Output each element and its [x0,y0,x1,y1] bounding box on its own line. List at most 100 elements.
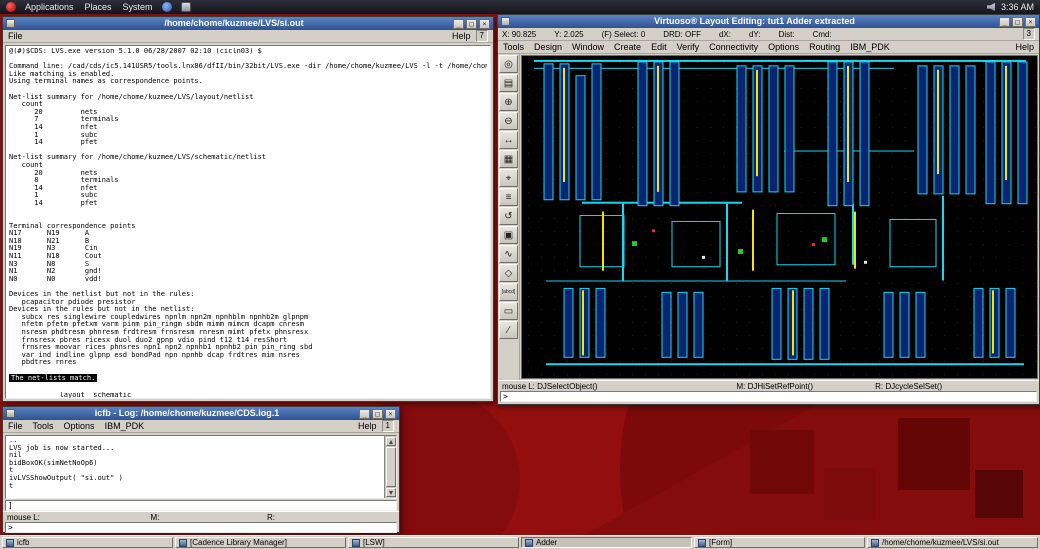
scroll-down-icon[interactable] [385,488,396,497]
zoom-out-button[interactable]: ⊖ [499,112,518,130]
close-button[interactable]: × [479,18,490,29]
fit-view-button[interactable]: ◎ [499,55,518,73]
log-input-line[interactable]: ] [5,500,397,511]
ruler-button[interactable]: ∕ [499,321,518,339]
copy-icon: ▦ [503,153,514,165]
task-item-4[interactable]: [Form] [694,537,865,548]
virtuoso-menubar: Tools Design Window Create Edit Verify Connect… [498,41,1039,54]
menu-options[interactable]: Options [64,421,95,431]
polygon-button[interactable]: ◇ [499,264,518,282]
copy-button[interactable]: ▦ [499,150,518,168]
menu-options[interactable]: Options [768,42,799,52]
rectangle-button[interactable]: ▭ [499,302,518,320]
menu-help[interactable]: Help [1015,42,1034,52]
move-button[interactable]: ⌖ [499,169,518,187]
close-button[interactable]: × [385,408,396,419]
panel-menus: Applications Places System [25,2,153,12]
menu-tools[interactable]: Tools [503,42,524,52]
log-output[interactable]: .. LVS job is now started... nil bidBoxO… [5,435,397,499]
virtuoso-prompt[interactable]: > [500,391,1037,402]
icfb-log-window: icfb - Log: /home/chome/kuzmee/CDS.log.1… [2,406,400,533]
close-button[interactable]: × [1025,16,1036,27]
menu-verify[interactable]: Verify [677,42,700,52]
window-icon [525,538,533,547]
menu-ibm_pdk[interactable]: IBM_PDK [105,421,145,431]
window-menu-icon[interactable] [6,409,15,418]
undo-button[interactable]: ↺ [499,207,518,225]
window-menu-icon[interactable] [6,19,15,28]
siout-text: @(#)$CDS: LVS.exe version 5.1.0 06/28/20… [9,48,487,367]
clock[interactable]: 3:36 AM [1001,2,1034,12]
menu-create[interactable]: Create [614,42,641,52]
status-field-7: Cmd: [812,29,832,39]
siout-window-title: /home/chome/kuzmee/LVS/si.out [164,18,304,28]
rectangle-icon: ▭ [503,305,514,317]
minimize-button[interactable]: _ [453,18,464,29]
redhat-menu-icon[interactable] [6,2,16,12]
menu-help[interactable]: Help [358,421,377,431]
menu-file[interactable]: File [8,31,23,41]
label-icon: [abcd] [501,289,516,295]
menu-file[interactable]: File [8,421,23,431]
panel-menu-places[interactable]: Places [85,2,112,12]
browser-launcher-icon[interactable] [161,2,172,12]
mouse-binding-middle: M: [150,512,160,522]
maximize-button[interactable]: □ [466,18,477,29]
stretch-button[interactable]: ↔ [499,131,518,149]
path-button[interactable]: ∿ [499,245,518,263]
menu-help[interactable]: Help [452,31,471,41]
label-button[interactable]: [abcd] [499,283,518,301]
window-menu-icon[interactable] [501,17,510,26]
virtuoso-menubar-items: Tools Design Window Create Edit Verify Connect… [503,42,890,52]
menu-tools[interactable]: Tools [33,421,54,431]
siout-titlebar[interactable]: /home/chome/kuzmee/LVS/si.out _ □ × [3,17,493,30]
virtuoso-statusbar: X: 90.825 Y: 2.025 (F) Select: 0 DRD: OFF dX… [498,28,1039,41]
scroll-up-icon[interactable] [385,437,396,446]
menu-window[interactable]: Window [572,42,604,52]
task-item-0[interactable]: icfb [2,537,173,548]
window-controls: _ □ × [999,16,1036,27]
task-label: [Cadence Library Manager] [190,538,287,547]
zoom-in-button[interactable]: ⊕ [499,93,518,111]
menu-connectivity[interactable]: Connectivity [709,42,758,52]
mouse-binding-right: R: DJcycleSelSet() [875,381,943,391]
minimize-button[interactable]: _ [359,408,370,419]
menu-routing[interactable]: Routing [809,42,840,52]
menu-ibm_pdk[interactable]: IBM_PDK [850,42,890,52]
layout-canvas[interactable] [521,55,1038,379]
menu-edit[interactable]: Edit [651,42,667,52]
polygon-icon: ◇ [504,267,513,279]
panel-menu-system[interactable]: System [123,2,153,12]
virtuoso-status-fields: X: 90.825 Y: 2.025 (F) Select: 0 DRD: OFF dX… [502,30,850,39]
log-titlebar[interactable]: icfb - Log: /home/chome/kuzmee/CDS.log.1… [3,407,399,420]
instance-button[interactable]: ▣ [499,226,518,244]
volume-icon[interactable] [986,3,995,11]
scrollbar-thumb[interactable] [385,447,396,487]
status-field-4: dX: [718,29,731,39]
log-prompt[interactable]: > [5,522,397,533]
task-label: Adder [536,538,558,547]
maximize-button[interactable]: □ [372,408,383,419]
save-button[interactable]: ▤ [499,74,518,92]
task-item-1[interactable]: [Cadence Library Manager] [175,537,346,548]
log-menubar: File Tools Options IBM_PDK Help 1 [3,420,399,433]
top-panel: Applications Places System 3:36 AM [0,0,1040,14]
virtuoso-body: ◎ ▤ ⊕ ⊖ ↔ ▦ ⌖ ≡ ↺ ▣ ∿ ◇ [abcd] ▭ ∕ [498,54,1039,380]
terminal-launcher-icon[interactable] [180,2,191,12]
virtuoso-window-number: 3 [1022,28,1035,40]
siout-content[interactable]: @(#)$CDS: LVS.exe version 5.1.0 06/28/20… [5,45,491,399]
maximize-button[interactable]: □ [1012,16,1023,27]
status-field-0: X: 90.825 [502,29,537,39]
siout-window-number: 7 [475,30,488,42]
zoom-in-icon: ⊕ [504,96,513,108]
task-item-5[interactable]: /home/chome/kuzmee/LVS/si.out [867,537,1038,548]
move-icon: ⌖ [505,172,512,184]
minimize-button[interactable]: _ [999,16,1010,27]
menu-design[interactable]: Design [534,42,562,52]
panel-menu-applications[interactable]: Applications [25,2,74,12]
log-scrollbar[interactable] [384,436,396,498]
task-item-2[interactable]: [LSW] [348,537,519,548]
virtuoso-titlebar[interactable]: Virtuoso® Layout Editing: tut1 Adder ext… [498,15,1039,28]
task-item-3[interactable]: Adder [521,537,692,548]
properties-button[interactable]: ≡ [499,188,518,206]
